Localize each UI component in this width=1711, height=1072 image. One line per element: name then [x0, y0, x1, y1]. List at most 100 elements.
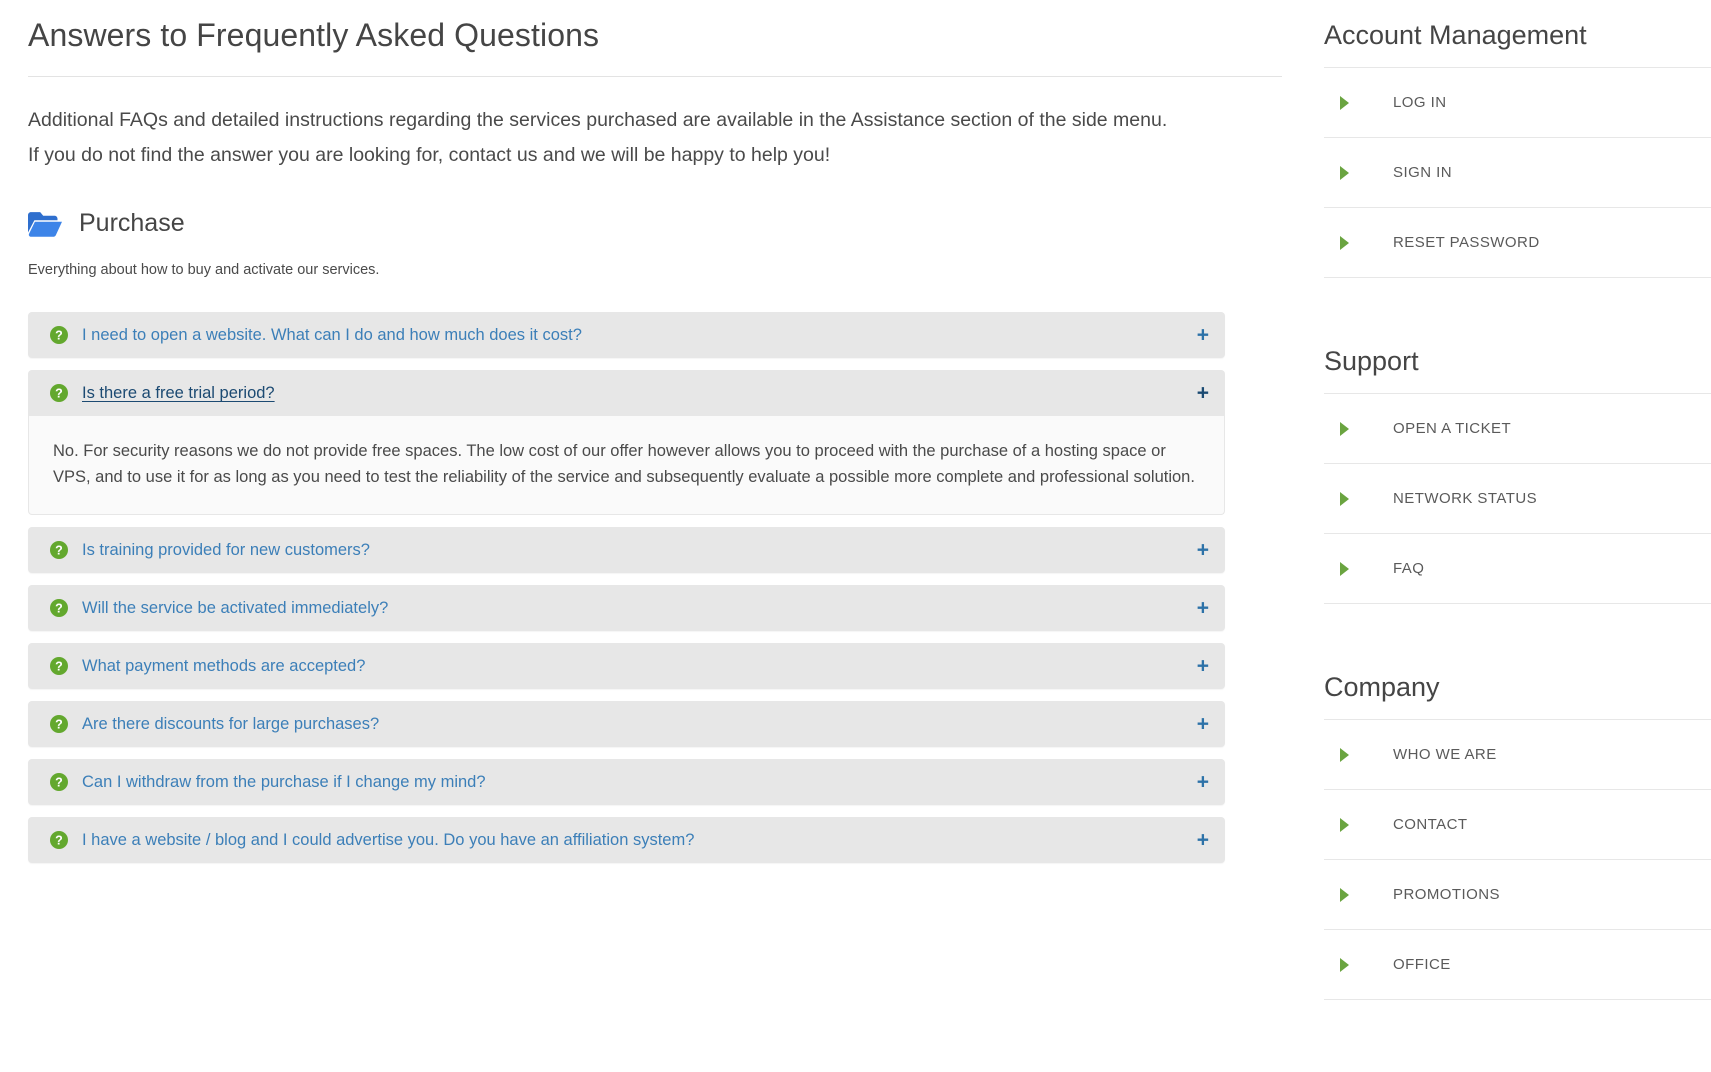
svg-text:?: ?: [55, 834, 63, 848]
faq-question-header[interactable]: ? Are there discounts for large purchase…: [28, 701, 1225, 747]
triangle-right-icon: [1340, 235, 1349, 250]
expand-toggle-icon[interactable]: +: [1197, 656, 1209, 677]
sidebar-block-title: Support: [1324, 346, 1419, 376]
sidebar-item-office[interactable]: OFFICE: [1324, 930, 1711, 1000]
faq-question-text: What payment methods are accepted?: [82, 657, 366, 675]
page-title: Answers to Frequently Asked Questions: [28, 17, 600, 53]
sidebar: Account Management LOG IN SIGN IN RESET …: [1310, 0, 1711, 1072]
triangle-right-icon: [1340, 491, 1349, 506]
sidebar-item-faq[interactable]: FAQ: [1324, 534, 1711, 604]
section-header: Purchase: [0, 173, 1310, 238]
sidebar-item-label: OFFICE: [1393, 956, 1451, 973]
faq-item-5: ? Are there discounts for large purchase…: [28, 701, 1225, 747]
faq-question-header[interactable]: ? I have a website / blog and I could ad…: [28, 817, 1225, 863]
faq-question-text: Can I withdraw from the purchase if I ch…: [82, 773, 486, 791]
question-circle-icon: ?: [50, 384, 68, 402]
sidebar-link-list: WHO WE ARE CONTACT PROMOTIONS OFFICE: [1324, 719, 1711, 1000]
faq-item-0: ? I need to open a website. What can I d…: [28, 312, 1225, 358]
faq-item-6: ? Can I withdraw from the purchase if I …: [28, 759, 1225, 805]
sidebar-item-who-we-are[interactable]: WHO WE ARE: [1324, 720, 1711, 790]
sidebar-link-list: OPEN A TICKET NETWORK STATUS FAQ: [1324, 393, 1711, 604]
sidebar-item-log-in[interactable]: LOG IN: [1324, 68, 1711, 138]
faq-item-4: ? What payment methods are accepted? +: [28, 643, 1225, 689]
faq-answer: No. For security reasons we do not provi…: [28, 416, 1225, 515]
svg-text:?: ?: [55, 718, 63, 732]
sidebar-item-label: LOG IN: [1393, 94, 1447, 111]
sidebar-block-account-management: Account Management LOG IN SIGN IN RESET …: [1310, 0, 1711, 278]
faq-question-header[interactable]: ? Is there a free trial period? +: [28, 370, 1225, 416]
faq-item-3: ? Will the service be activated immediat…: [28, 585, 1225, 631]
faq-list: ? I need to open a website. What can I d…: [0, 280, 1310, 863]
faq-question-header[interactable]: ? Can I withdraw from the purchase if I …: [28, 759, 1225, 805]
intro-line-1: Additional FAQs and detailed instruction…: [28, 109, 1168, 131]
sidebar-block-company: Company WHO WE ARE CONTACT PROMOTIONS OF…: [1310, 652, 1711, 1000]
sidebar-item-label: PROMOTIONS: [1393, 886, 1501, 903]
svg-text:?: ?: [55, 776, 63, 790]
faq-question-text: I have a website / blog and I could adve…: [82, 831, 695, 849]
svg-text:?: ?: [55, 602, 63, 616]
section-description: Everything about how to buy and activate…: [28, 262, 380, 278]
sidebar-block-title: Account Management: [1324, 20, 1587, 50]
expand-toggle-icon[interactable]: +: [1197, 714, 1209, 735]
question-circle-icon: ?: [50, 773, 68, 791]
expand-toggle-icon[interactable]: +: [1197, 772, 1209, 793]
intro-text: Additional FAQs and detailed instruction…: [0, 77, 1310, 173]
triangle-right-icon: [1340, 747, 1349, 762]
triangle-right-icon: [1340, 421, 1349, 436]
faq-item-1: ? Is there a free trial period? + No. Fo…: [28, 370, 1225, 515]
sidebar-item-reset-password[interactable]: RESET PASSWORD: [1324, 208, 1711, 278]
expand-toggle-icon[interactable]: +: [1197, 540, 1209, 561]
sidebar-item-label: NETWORK STATUS: [1393, 490, 1538, 507]
sidebar-item-label: CONTACT: [1393, 816, 1468, 833]
triangle-right-icon: [1340, 561, 1349, 576]
question-circle-icon: ?: [50, 657, 68, 675]
svg-text:?: ?: [55, 329, 63, 343]
sidebar-link-list: LOG IN SIGN IN RESET PASSWORD: [1324, 67, 1711, 278]
sidebar-block-support: Support OPEN A TICKET NETWORK STATUS FAQ: [1310, 326, 1711, 604]
question-circle-icon: ?: [50, 326, 68, 344]
expand-toggle-icon[interactable]: +: [1197, 325, 1209, 346]
triangle-right-icon: [1340, 957, 1349, 972]
main-content: Answers to Frequently Asked Questions Ad…: [0, 0, 1310, 1072]
question-circle-icon: ?: [50, 541, 68, 559]
sidebar-item-label: SIGN IN: [1393, 164, 1452, 181]
sidebar-item-network-status[interactable]: NETWORK STATUS: [1324, 464, 1711, 534]
triangle-right-icon: [1340, 95, 1349, 110]
faq-question-text: Are there discounts for large purchases?: [82, 715, 380, 733]
expand-toggle-icon[interactable]: +: [1197, 383, 1209, 404]
question-circle-icon: ?: [50, 599, 68, 617]
faq-question-header[interactable]: ? What payment methods are accepted? +: [28, 643, 1225, 689]
triangle-right-icon: [1340, 165, 1349, 180]
question-circle-icon: ?: [50, 715, 68, 733]
section-title: Purchase: [79, 209, 185, 237]
faq-question-text: Is there a free trial period?: [82, 384, 275, 402]
faq-answer-text: No. For security reasons we do not provi…: [53, 442, 1195, 486]
faq-question-text: Is training provided for new customers?: [82, 541, 370, 559]
faq-item-7: ? I have a website / blog and I could ad…: [28, 817, 1225, 863]
sidebar-item-sign-in[interactable]: SIGN IN: [1324, 138, 1711, 208]
sidebar-item-label: WHO WE ARE: [1393, 746, 1497, 763]
intro-line-2: If you do not find the answer you are lo…: [28, 144, 831, 166]
sidebar-item-label: OPEN A TICKET: [1393, 420, 1512, 437]
sidebar-item-label: FAQ: [1393, 560, 1425, 577]
expand-toggle-icon[interactable]: +: [1197, 830, 1209, 851]
sidebar-item-open-a-ticket[interactable]: OPEN A TICKET: [1324, 394, 1711, 464]
expand-toggle-icon[interactable]: +: [1197, 598, 1209, 619]
faq-question-header[interactable]: ? Will the service be activated immediat…: [28, 585, 1225, 631]
sidebar-block-title: Company: [1324, 672, 1440, 702]
faq-question-header[interactable]: ? Is training provided for new customers…: [28, 527, 1225, 573]
triangle-right-icon: [1340, 887, 1349, 902]
question-circle-icon: ?: [50, 831, 68, 849]
faq-question-header[interactable]: ? I need to open a website. What can I d…: [28, 312, 1225, 358]
sidebar-item-contact[interactable]: CONTACT: [1324, 790, 1711, 860]
faq-item-2: ? Is training provided for new customers…: [28, 527, 1225, 573]
svg-text:?: ?: [55, 387, 63, 401]
faq-question-text: Will the service be activated immediatel…: [82, 599, 389, 617]
triangle-right-icon: [1340, 817, 1349, 832]
sidebar-item-label: RESET PASSWORD: [1393, 234, 1540, 251]
sidebar-item-promotions[interactable]: PROMOTIONS: [1324, 860, 1711, 930]
faq-page: Answers to Frequently Asked Questions Ad…: [0, 0, 1711, 1072]
sidebar-block-spacer: [1310, 604, 1711, 652]
sidebar-block-spacer: [1310, 278, 1711, 326]
svg-text:?: ?: [55, 544, 63, 558]
